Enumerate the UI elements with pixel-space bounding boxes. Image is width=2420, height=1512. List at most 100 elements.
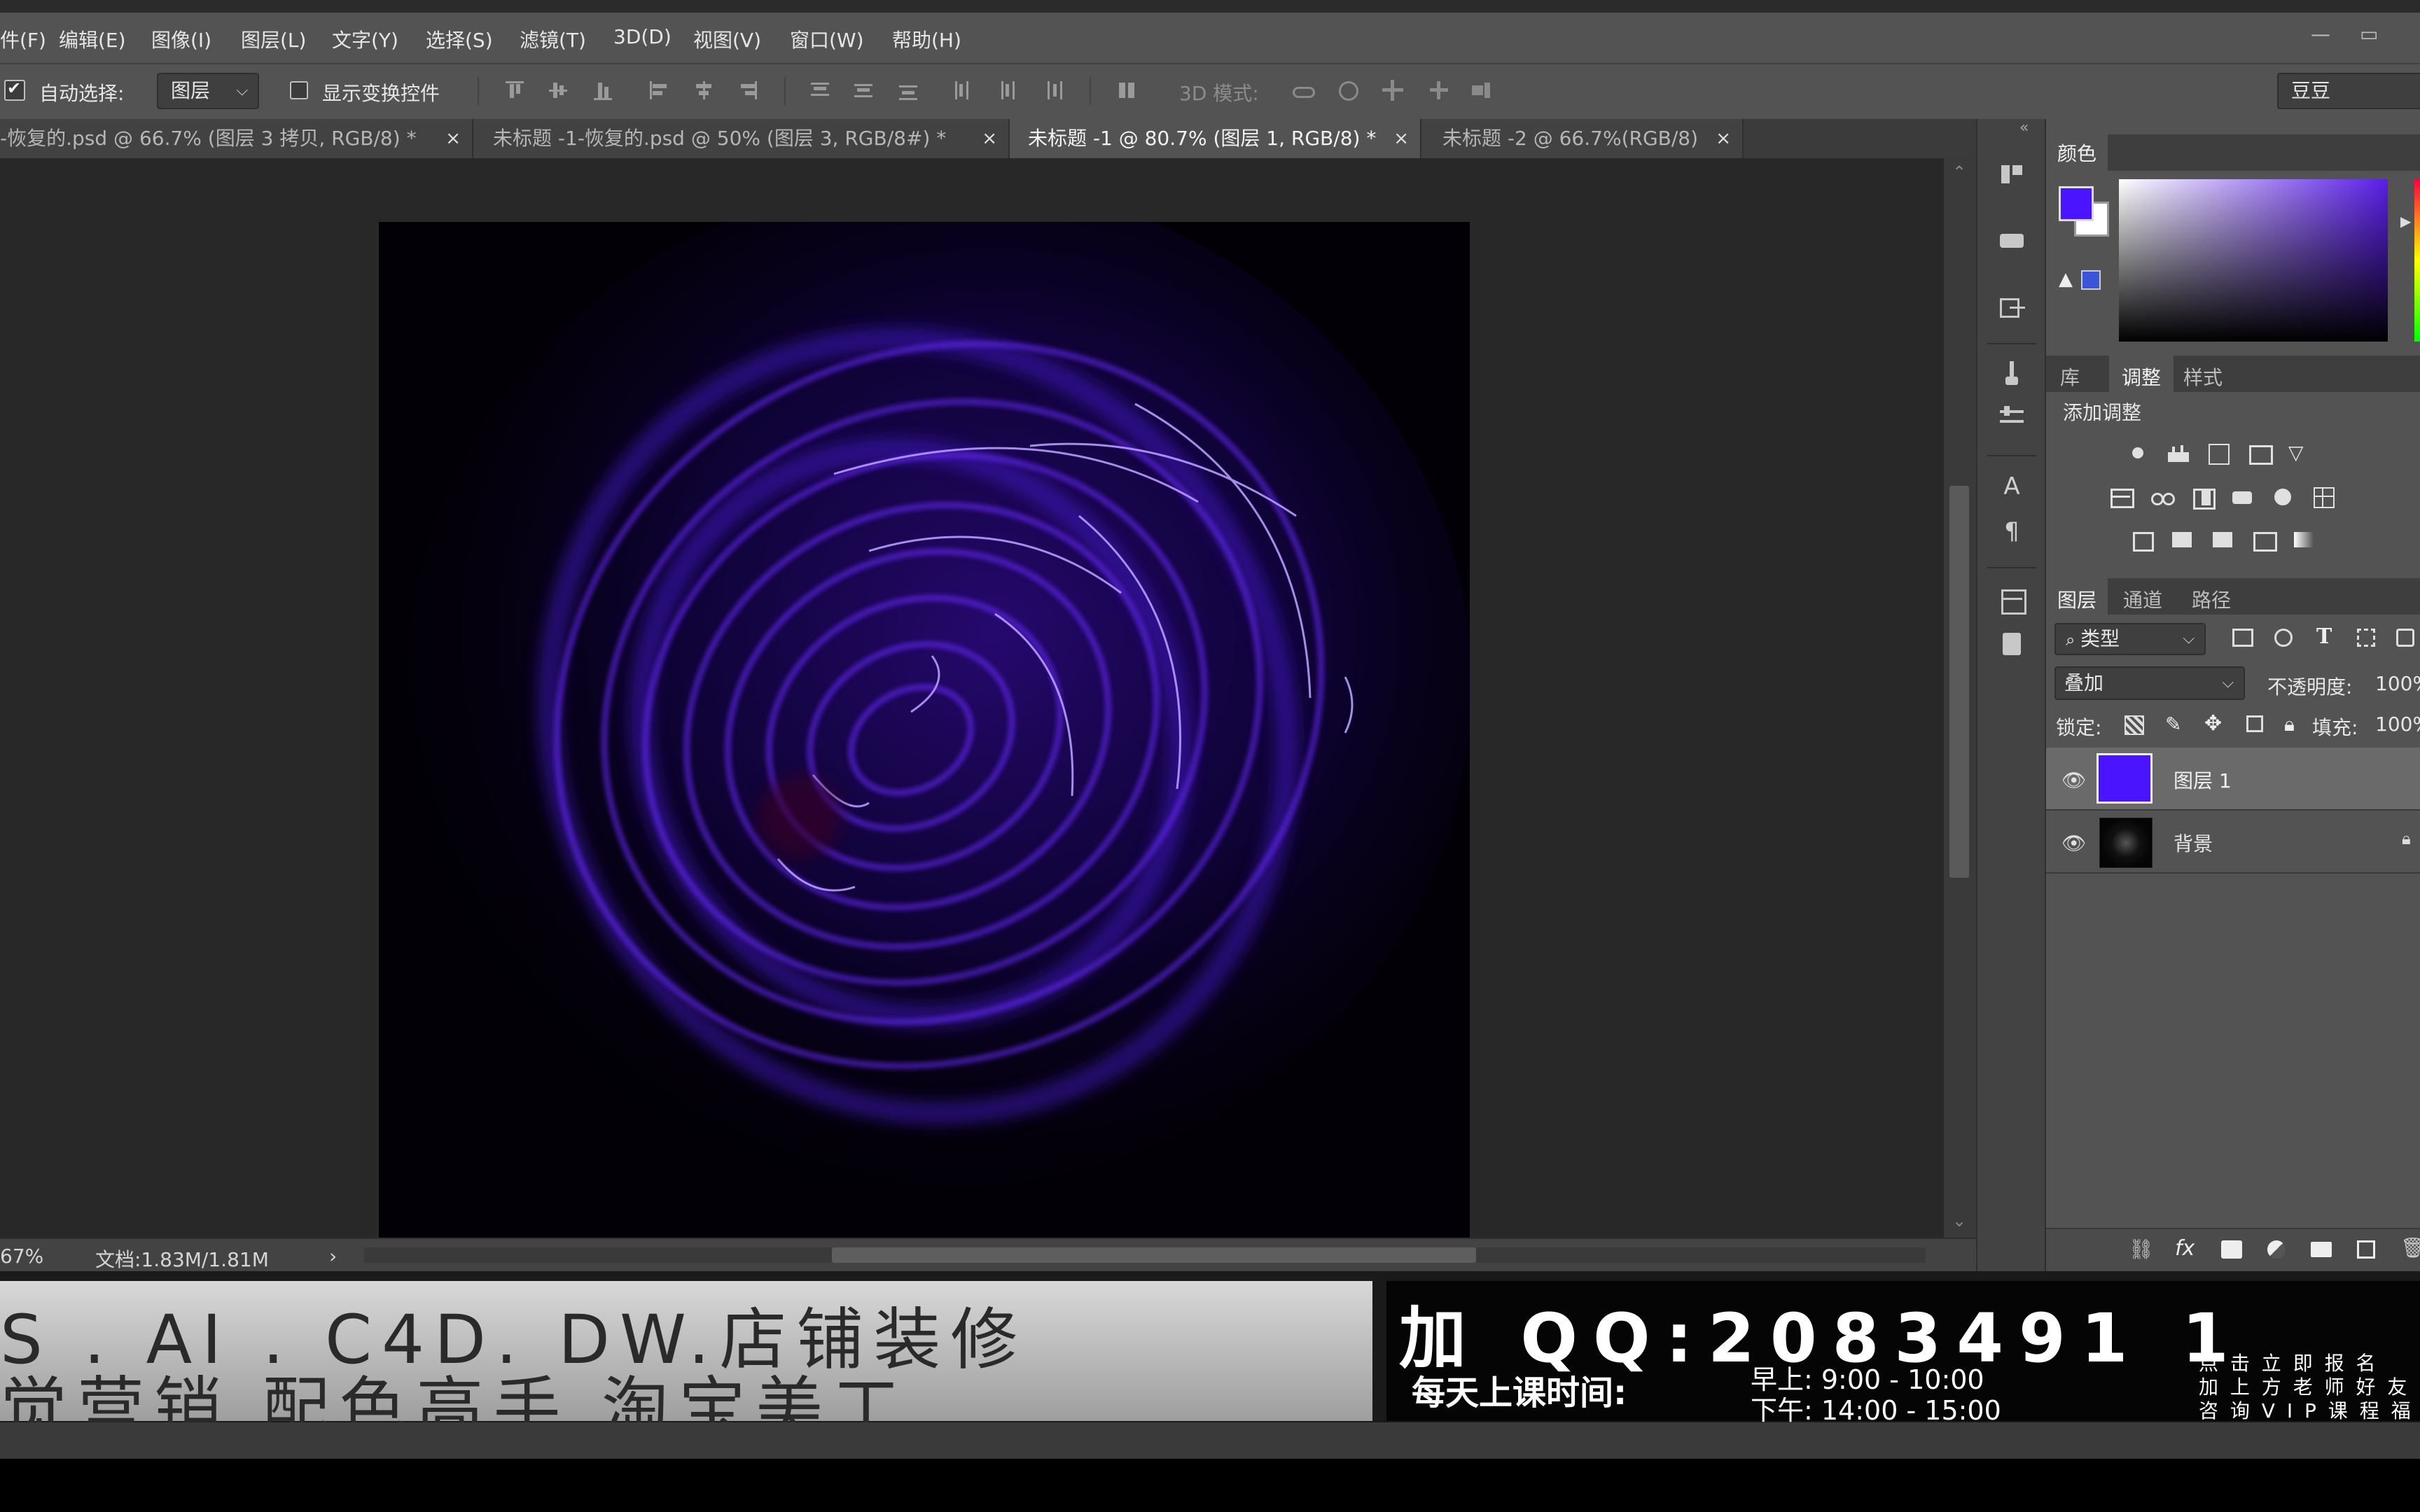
zoom-level[interactable]: 67%: [0, 1245, 43, 1268]
curves-icon[interactable]: [2207, 442, 2231, 465]
tab-layers[interactable]: 图层: [2046, 578, 2108, 620]
posterize-icon[interactable]: [2171, 529, 2195, 550]
filter-pixel-icon[interactable]: [2232, 629, 2253, 647]
collapse-panels-icon[interactable]: «: [2019, 119, 2029, 136]
menu-help[interactable]: 帮助(H): [892, 25, 961, 53]
photo-filter-icon[interactable]: [2231, 486, 2255, 507]
minimize-button[interactable]: —: [2311, 22, 2330, 46]
tab-document-1[interactable]: -恢复的.psd @ 66.7% (图层 3 拷贝, RGB/8) * ×: [0, 119, 473, 158]
tab-document-4[interactable]: 未标题 -2 @ 66.7%(RGB/8) ×: [1421, 119, 1744, 158]
brush-settings-icon[interactable]: [1996, 402, 2028, 434]
menu-image[interactable]: 图像(I): [151, 25, 211, 53]
delete-layer-icon[interactable]: 🗑︎: [2400, 1236, 2420, 1259]
auto-select-target-dropdown[interactable]: 图层 ⌵: [157, 73, 259, 109]
horizontal-scrollbar[interactable]: [364, 1247, 1926, 1263]
tab-channels[interactable]: 通道: [2123, 585, 2162, 613]
auto-align-icon[interactable]: [1116, 80, 1137, 101]
fx-icon[interactable]: fx: [2175, 1236, 2195, 1261]
tab-libraries[interactable]: 库: [2060, 363, 2080, 391]
layer-row-layer1[interactable]: 👁︎ 图层 1: [2046, 748, 2420, 811]
blend-mode-dropdown[interactable]: 叠加 ⌵: [2054, 666, 2245, 700]
align-left-icon[interactable]: [648, 80, 669, 101]
paragraph-icon[interactable]: ¶: [1996, 515, 2028, 547]
3d-slide-icon[interactable]: [1428, 80, 1449, 101]
fill-value[interactable]: 100%: [2375, 713, 2420, 736]
distribute-bottom-icon[interactable]: [898, 80, 919, 101]
color-balance-icon[interactable]: [2150, 486, 2175, 507]
menu-3d[interactable]: 3D(D): [613, 25, 672, 48]
visibility-eye-icon[interactable]: 👁︎: [2061, 769, 2087, 792]
new-group-icon[interactable]: [2311, 1242, 2332, 1257]
hue-slider[interactable]: [2414, 179, 2420, 342]
tab-document-2[interactable]: 未标题 -1-恢复的.psd @ 50% (图层 3, RGB/8#) * ×: [473, 119, 1010, 158]
exposure-icon[interactable]: [2248, 442, 2273, 465]
menu-view[interactable]: 视图(V): [693, 25, 761, 53]
close-icon[interactable]: ×: [1393, 119, 1409, 158]
tab-paths[interactable]: 路径: [2192, 585, 2231, 613]
tab-document-3[interactable]: 未标题 -1 @ 80.7% (图层 1, RGB/8) * ×: [1010, 119, 1421, 158]
visibility-eye-icon[interactable]: 👁︎: [2061, 832, 2087, 855]
align-bottom-icon[interactable]: [592, 80, 613, 101]
character-icon[interactable]: A: [1996, 470, 2028, 503]
menu-filter[interactable]: 滤镜(T): [520, 25, 586, 53]
layer-name[interactable]: 图层 1: [2174, 766, 2232, 794]
tab-color[interactable]: 颜色: [2046, 134, 2108, 174]
notes-icon[interactable]: [1996, 629, 2028, 661]
new-adjustment-icon[interactable]: [2267, 1240, 2286, 1259]
black-white-icon[interactable]: [2190, 486, 2216, 510]
auto-select-checkbox[interactable]: [4, 78, 25, 101]
menu-layer[interactable]: 图层(L): [241, 25, 306, 53]
restore-button[interactable]: ▭: [2360, 22, 2378, 46]
color-picker-field[interactable]: [2119, 179, 2388, 342]
3d-scale-icon[interactable]: [1470, 80, 1491, 101]
layer-filter-dropdown[interactable]: ⌕ 类型 ⌵: [2054, 623, 2206, 655]
3d-panel-icon[interactable]: [1996, 224, 2028, 256]
document-canvas[interactable]: [379, 222, 1470, 1238]
hue-saturation-icon[interactable]: [2109, 486, 2134, 508]
history-icon[interactable]: [1996, 158, 2028, 190]
scroll-down-icon[interactable]: ⌄: [1952, 1211, 1966, 1231]
vertical-scroll-thumb[interactable]: [1949, 486, 1969, 878]
lock-image-icon[interactable]: ✎: [2165, 713, 2181, 736]
add-mask-icon[interactable]: [2221, 1240, 2242, 1259]
menu-window[interactable]: 窗口(W): [790, 25, 864, 53]
distribute-vcenter-icon[interactable]: [853, 80, 874, 101]
scroll-up-icon[interactable]: ⌃: [1952, 162, 1966, 182]
distribute-left-icon[interactable]: [952, 80, 973, 101]
foreground-color-swatch[interactable]: [2059, 186, 2094, 221]
menu-type[interactable]: 文字(Y): [332, 25, 398, 53]
align-top-icon[interactable]: [504, 80, 525, 101]
channel-mixer-icon[interactable]: [2272, 486, 2295, 507]
3d-drag-icon[interactable]: [1382, 80, 1403, 101]
web-safe-swatch[interactable]: [2081, 270, 2101, 290]
3d-rotate-icon[interactable]: [1291, 80, 1315, 101]
horizontal-scroll-thumb[interactable]: [832, 1247, 1476, 1263]
menu-edit[interactable]: 编辑(E): [59, 25, 126, 53]
brush-icon[interactable]: [1996, 357, 2028, 389]
tab-styles[interactable]: 样式: [2183, 363, 2223, 391]
levels-icon[interactable]: [2167, 442, 2190, 463]
align-hcenter-icon[interactable]: [693, 80, 714, 101]
workspace-switcher[interactable]: 豆豆: [2277, 73, 2420, 109]
align-right-icon[interactable]: [737, 80, 758, 101]
vibrance-icon[interactable]: ▽: [2288, 442, 2312, 463]
threshold-icon[interactable]: [2211, 529, 2235, 550]
filter-smart-object-icon[interactable]: [2396, 629, 2414, 647]
color-lookup-icon[interactable]: [2312, 486, 2336, 508]
properties-icon[interactable]: [1996, 293, 2028, 325]
info-panel-icon[interactable]: [1996, 584, 2028, 616]
align-vcenter-icon[interactable]: [548, 80, 569, 101]
close-icon[interactable]: ×: [982, 119, 997, 158]
distribute-right-icon[interactable]: [1042, 80, 1063, 101]
vertical-scrollbar[interactable]: ⌃ ⌄: [1944, 158, 1976, 1238]
close-icon[interactable]: ×: [1716, 119, 1731, 158]
new-layer-icon[interactable]: [2357, 1240, 2375, 1259]
lock-all-icon[interactable]: 🔒︎: [2284, 713, 2295, 736]
lock-artboard-icon[interactable]: [2246, 715, 2263, 732]
filter-type-icon[interactable]: T: [2316, 624, 2332, 649]
layer-name[interactable]: 背景: [2174, 829, 2213, 857]
distribute-top-icon[interactable]: [809, 80, 830, 101]
distribute-hcenter-icon[interactable]: [997, 80, 1018, 101]
3d-roll-icon[interactable]: [1337, 80, 1358, 101]
gradient-map-icon[interactable]: [2293, 529, 2316, 550]
